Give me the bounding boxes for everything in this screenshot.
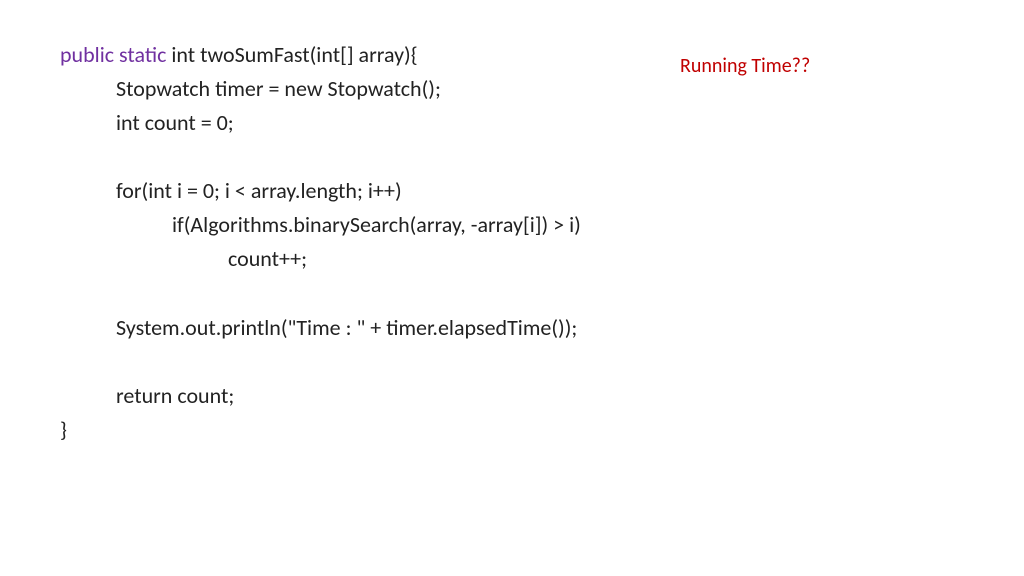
- code-line-4: for(int i = 0; i < array.length; i++): [60, 174, 964, 208]
- blank-line-1: [60, 140, 964, 174]
- code-line-7: System.out.println("Time : " + timer.ela…: [60, 311, 964, 345]
- blank-line-2: [60, 277, 964, 311]
- code-line-9: }: [60, 413, 964, 447]
- code-line-1-rest: int twoSumFast(int[] array){: [171, 41, 417, 68]
- slide-container: public static int twoSumFast(int[] array…: [0, 0, 1024, 576]
- code-line-5: if(Algorithms.binarySearch(array, -array…: [60, 208, 964, 242]
- running-time-annotation: Running Time??: [680, 54, 810, 78]
- code-line-1: public static int twoSumFast(int[] array…: [60, 38, 964, 72]
- blank-line-3: [60, 345, 964, 379]
- code-line-6: count++;: [60, 242, 964, 276]
- keyword-public-static: public static: [60, 41, 171, 68]
- code-line-3: int count = 0;: [60, 106, 964, 140]
- code-line-8: return count;: [60, 379, 964, 413]
- code-block: public static int twoSumFast(int[] array…: [60, 38, 964, 447]
- code-line-2: Stopwatch timer = new Stopwatch();: [60, 72, 964, 106]
